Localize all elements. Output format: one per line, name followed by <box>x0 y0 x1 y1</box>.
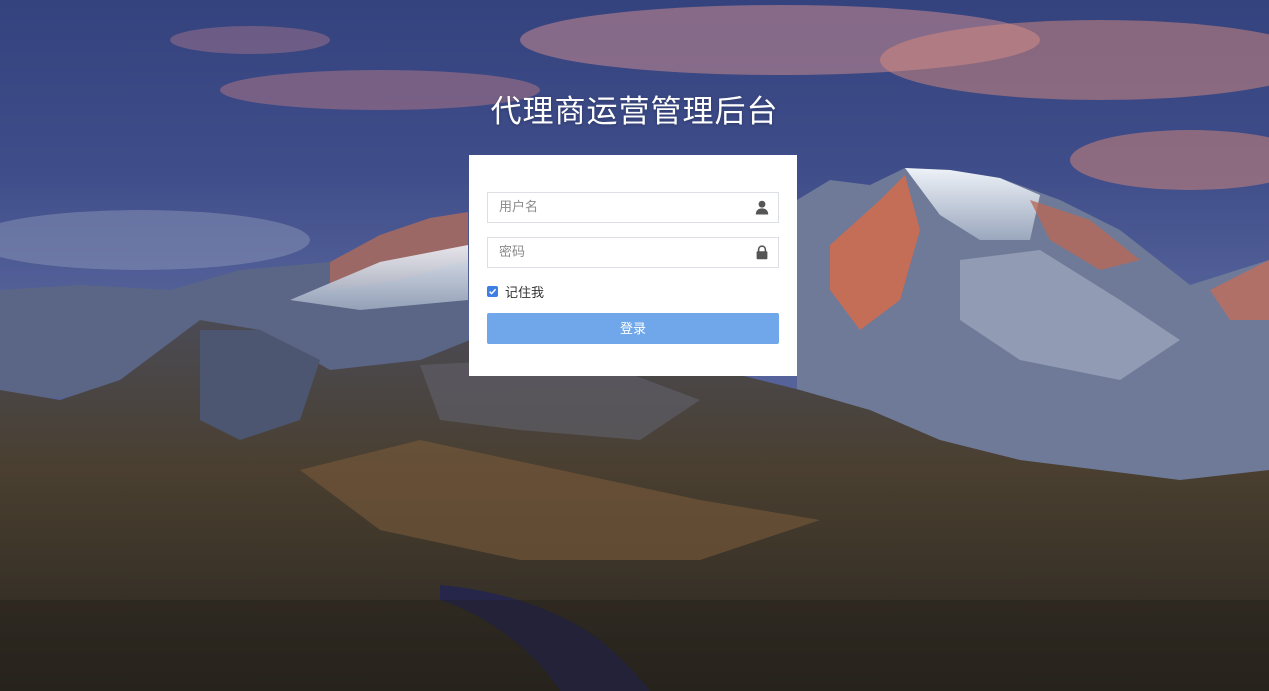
password-field[interactable] <box>487 237 779 268</box>
username-field[interactable] <box>487 192 779 223</box>
remember-label: 记住我 <box>505 285 545 301</box>
login-card: 记住我 登录 <box>469 155 797 376</box>
password-input[interactable] <box>488 238 749 267</box>
lock-icon <box>756 245 768 260</box>
user-icon <box>755 200 769 215</box>
remember-me[interactable]: 记住我 <box>487 283 545 301</box>
remember-checkbox[interactable] <box>487 285 498 297</box>
username-input[interactable] <box>488 193 749 222</box>
login-button[interactable]: 登录 <box>487 313 779 344</box>
page-title: 代理商运营管理后台 <box>490 94 779 130</box>
check-icon <box>489 288 497 295</box>
